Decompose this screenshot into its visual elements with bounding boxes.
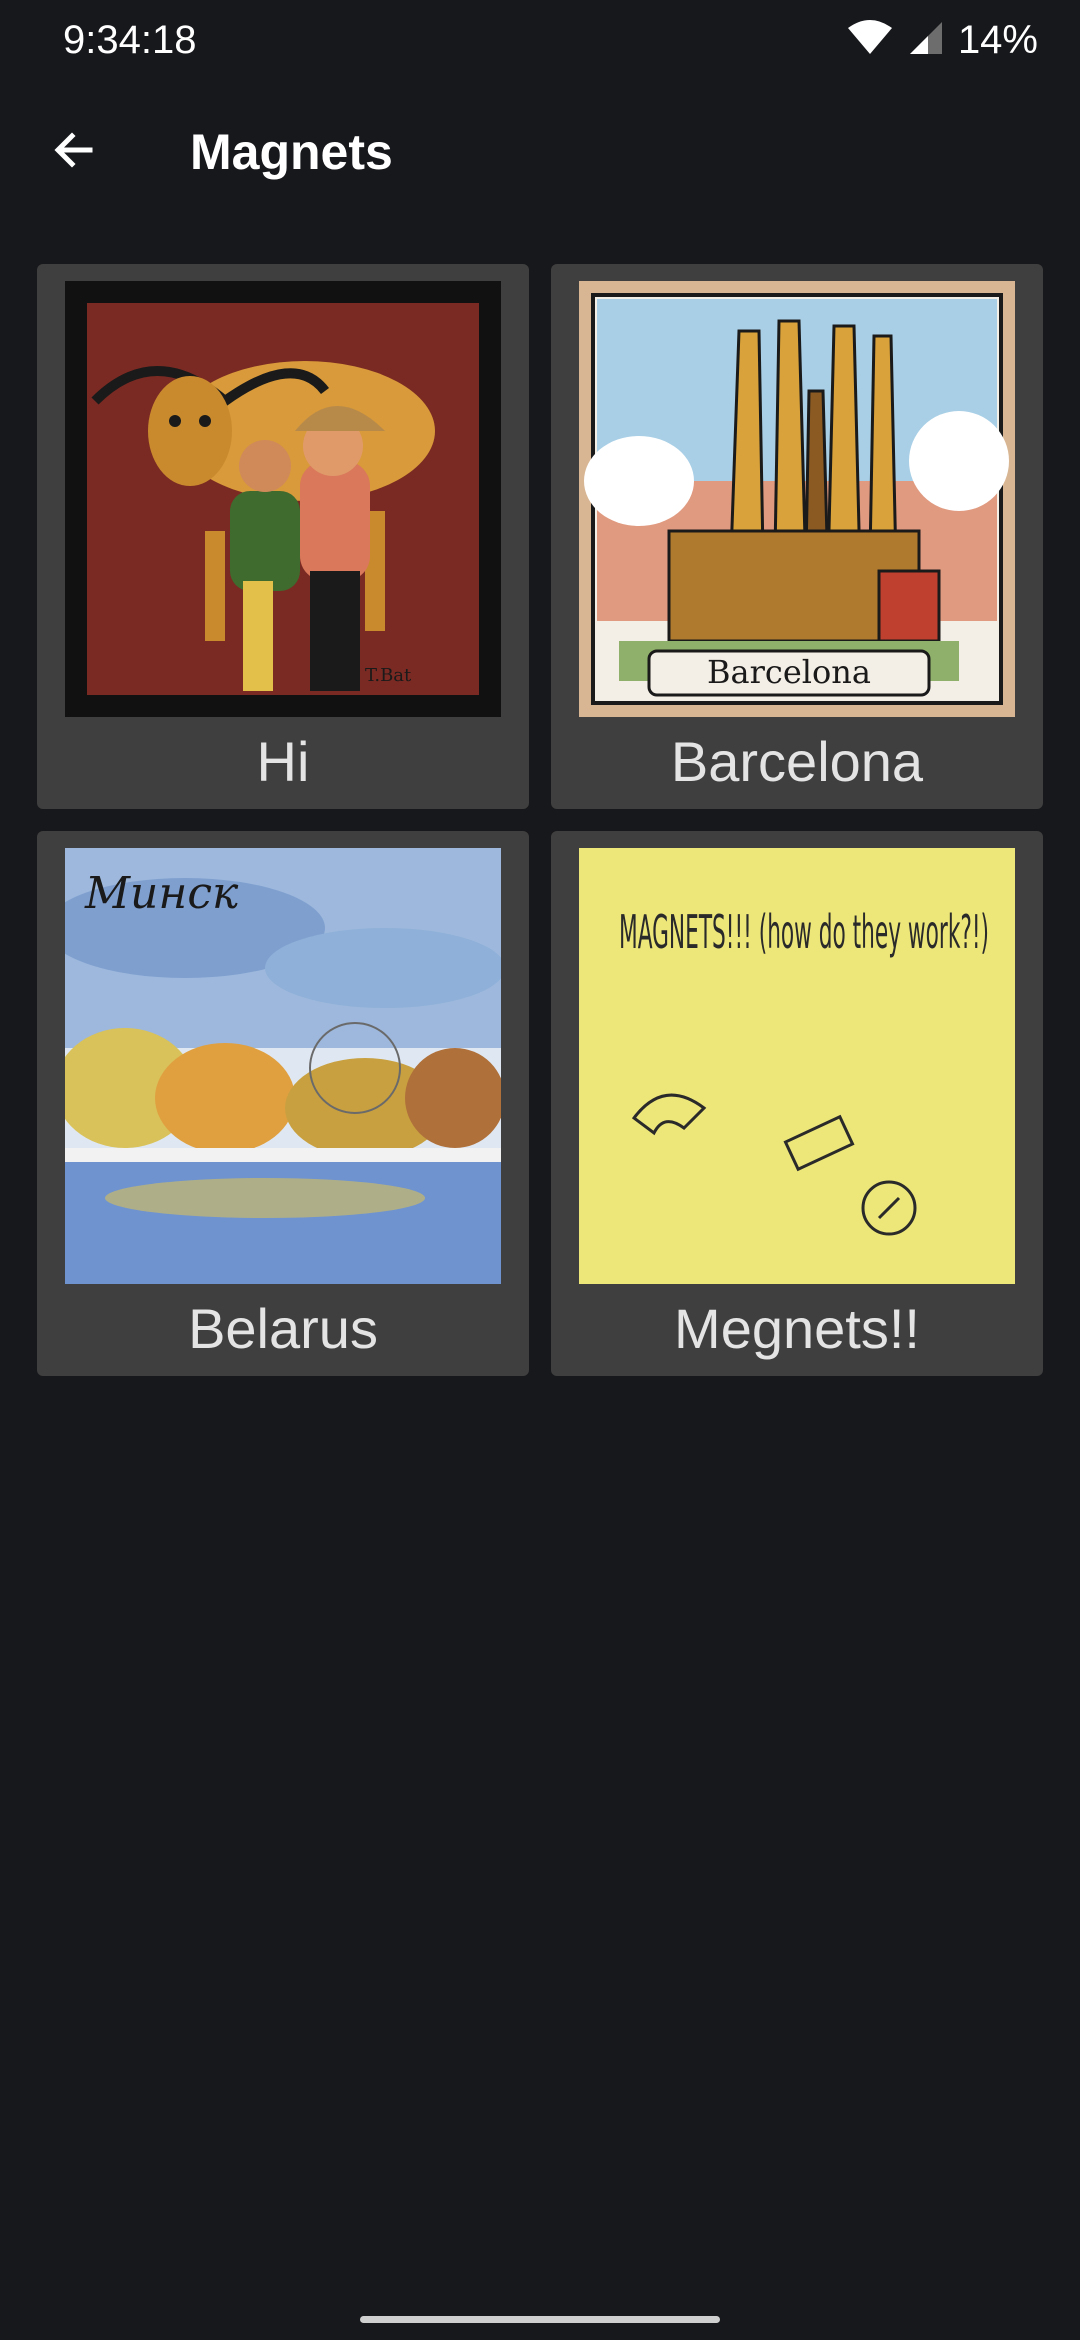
magnet-card[interactable]: Минск Belarus — [37, 831, 529, 1376]
magnet-image: T.Bat — [65, 281, 501, 717]
wifi-icon — [846, 18, 894, 63]
status-time: 9:34:18 — [63, 18, 197, 62]
signal-icon — [908, 20, 944, 61]
magnet-image: Минск — [65, 848, 501, 1284]
status-bar: 9:34:18 14% — [0, 0, 1080, 80]
arrow-left-icon — [50, 126, 98, 179]
magnet-image: MAGNETS!!! (how do they work?!) — [579, 848, 1015, 1284]
bull-and-children-tile-image: T.Bat — [65, 281, 501, 717]
magnet-image: Barcelona — [579, 281, 1015, 717]
magnet-label: Barcelona — [670, 730, 924, 793]
magnet-card[interactable]: MAGNETS!!! (how do they work?!) Megnets!… — [551, 831, 1043, 1376]
sticky-note-drawing-image: MAGNETS!!! (how do they work?!) — [579, 848, 1015, 1284]
magnet-label: Megnets!! — [674, 1297, 920, 1360]
home-indicator[interactable] — [360, 2316, 720, 2323]
magnet-label: Hi — [256, 730, 310, 793]
page-title: Magnets — [190, 124, 393, 180]
magnet-grid: T.Bat Hi Barcelona Barcelona Минск Belar… — [37, 264, 1043, 1376]
magnet-label: Belarus — [188, 1297, 378, 1360]
app-bar: Magnets — [0, 100, 1080, 210]
minsk-watercolor-tile-image: Минск — [65, 848, 501, 1284]
sagrada-familia-tile-image: Barcelona — [579, 281, 1015, 717]
sticky-note-text: MAGNETS!!! (how do they work?!) — [619, 905, 989, 959]
magnet-card[interactable]: T.Bat Hi — [37, 264, 529, 809]
svg-text:T.Bat: T.Bat — [365, 665, 412, 686]
status-icons: 14% — [846, 14, 1038, 66]
battery-percentage: 14% — [957, 18, 1038, 62]
barcelona-image-text: Barcelona — [707, 653, 871, 691]
back-button[interactable] — [34, 112, 114, 192]
magnet-card[interactable]: Barcelona Barcelona — [551, 264, 1043, 809]
minsk-image-text: Минск — [84, 868, 239, 919]
